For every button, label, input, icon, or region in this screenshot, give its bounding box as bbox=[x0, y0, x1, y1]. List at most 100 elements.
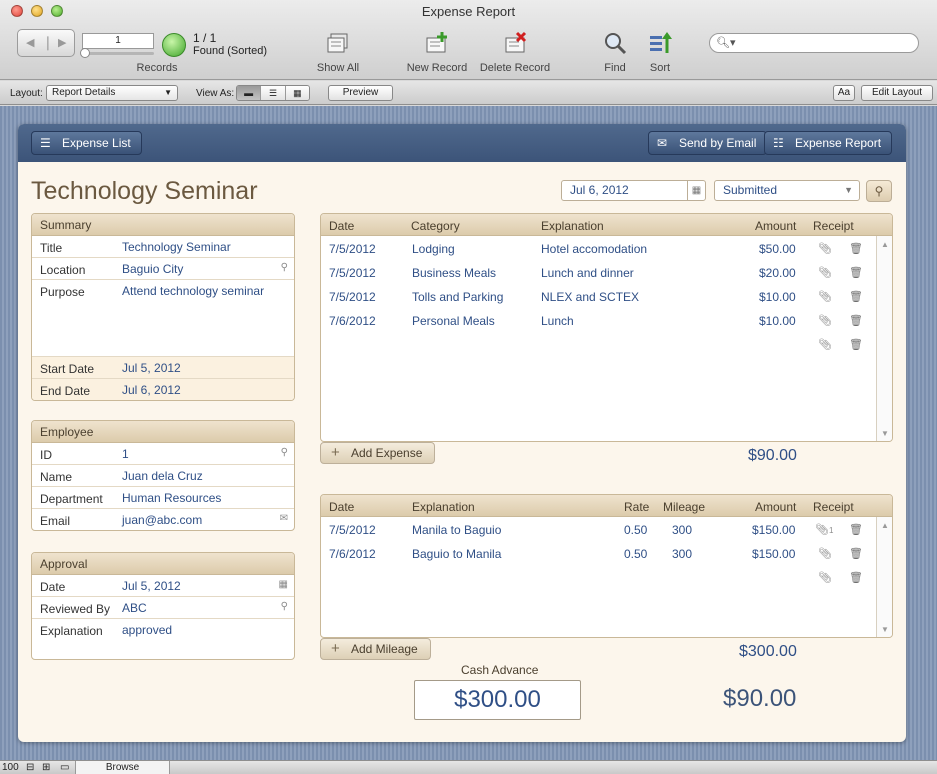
explanation-field[interactable]: approved bbox=[122, 623, 172, 637]
trash-icon[interactable]: 🗑︎ bbox=[849, 314, 863, 327]
end-date-field[interactable]: Jul 6, 2012 bbox=[122, 383, 181, 397]
previous-record-icon[interactable]: ◀ bbox=[26, 36, 34, 49]
row-rate[interactable]: 0.50 bbox=[624, 547, 647, 561]
row-amount[interactable]: $10.00 bbox=[759, 290, 796, 304]
view-as-toggle[interactable]: ▬ ☰ ▦ bbox=[236, 85, 310, 101]
zoom-level[interactable]: 100 bbox=[2, 762, 19, 773]
row-category[interactable]: Business Meals bbox=[412, 266, 496, 280]
approval-date-field[interactable]: Jul 5, 2012 bbox=[122, 579, 181, 593]
preview-button[interactable]: Preview bbox=[328, 85, 393, 101]
toggle-status-area-icon[interactable]: ▭ bbox=[60, 762, 69, 773]
paperclip-icon[interactable]: 📎︎ bbox=[818, 571, 832, 584]
table-row[interactable]: 7/5/2012 Business Meals Lunch and dinner… bbox=[321, 260, 892, 284]
report-date-field[interactable]: Jul 6, 2012 ▦ bbox=[561, 180, 706, 201]
table-row[interactable]: 7/6/2012 Baguio to Manila 0.50 300 $150.… bbox=[321, 541, 892, 565]
text-format-button[interactable]: Aa bbox=[833, 85, 855, 101]
show-all-button[interactable]: Show All bbox=[310, 62, 366, 74]
paperclip-icon[interactable]: 📎︎ bbox=[818, 314, 832, 327]
trash-icon[interactable]: 🗑︎ bbox=[849, 290, 863, 303]
record-navigator[interactable]: ◀ ❘ ▶ bbox=[17, 29, 75, 57]
send-by-email-button[interactable]: ✉ Send by Email bbox=[648, 131, 768, 155]
trash-icon[interactable]: 🗑︎ bbox=[849, 242, 863, 255]
status-select[interactable]: Submitted ▼ bbox=[714, 180, 860, 201]
envelope-icon[interactable]: ✉ bbox=[280, 513, 288, 524]
find-button[interactable]: Find bbox=[600, 62, 630, 74]
start-date-field[interactable]: Jul 5, 2012 bbox=[122, 361, 181, 375]
table-row[interactable]: 7/5/2012 Manila to Baguio 0.50 300 $150.… bbox=[321, 517, 892, 541]
reviewed-by-field[interactable]: ABC bbox=[122, 601, 147, 615]
zoom-out-icon[interactable]: ⊟ bbox=[26, 762, 34, 773]
paperclip-icon[interactable]: 📎︎ bbox=[818, 242, 832, 255]
row-date[interactable]: 7/5/2012 bbox=[329, 290, 376, 304]
table-view-icon[interactable]: ▦ bbox=[285, 86, 309, 100]
paperclip-icon[interactable]: 📎︎ bbox=[818, 547, 832, 560]
row-date[interactable]: 7/5/2012 bbox=[329, 266, 376, 280]
layout-select[interactable]: Report Details ▼ bbox=[46, 85, 178, 101]
table-row-empty[interactable]: 📎︎ 🗑︎ bbox=[321, 565, 892, 589]
new-record-button[interactable]: New Record bbox=[402, 62, 472, 74]
find-report-button[interactable]: ⚲ bbox=[866, 180, 892, 202]
row-date[interactable]: 7/6/2012 bbox=[329, 314, 376, 328]
row-date[interactable]: 7/5/2012 bbox=[329, 242, 376, 256]
table-row[interactable]: 7/6/2012 Personal Meals Lunch $10.00 📎︎ … bbox=[321, 308, 892, 332]
record-slider-handle[interactable] bbox=[80, 48, 90, 58]
table-row-empty[interactable]: 📎︎ 🗑︎ bbox=[321, 332, 892, 356]
form-view-icon[interactable]: ▬ bbox=[237, 86, 262, 100]
trash-icon[interactable]: 🗑︎ bbox=[849, 266, 863, 279]
trash-icon[interactable]: 🗑︎ bbox=[849, 571, 863, 584]
show-all-icon[interactable] bbox=[325, 31, 351, 57]
search-icon[interactable]: ⚲ bbox=[281, 601, 288, 612]
row-explanation[interactable]: Hotel accomodation bbox=[541, 242, 647, 256]
row-amount[interactable]: $50.00 bbox=[759, 242, 796, 256]
email-field[interactable]: juan@abc.com bbox=[122, 513, 202, 527]
row-category[interactable]: Tolls and Parking bbox=[412, 290, 503, 304]
scroll-down-icon[interactable]: ▼ bbox=[881, 429, 889, 438]
quick-find-input[interactable]: 🔍︎▾ bbox=[709, 33, 919, 53]
row-explanation[interactable]: Manila to Baguio bbox=[412, 523, 501, 537]
find-icon[interactable] bbox=[603, 31, 629, 57]
row-explanation[interactable]: Lunch and dinner bbox=[541, 266, 634, 280]
expenses-scrollbar[interactable]: ▲ ▼ bbox=[876, 236, 892, 441]
row-mileage[interactable]: 300 bbox=[672, 523, 692, 537]
title-field[interactable]: Technology Seminar bbox=[122, 240, 231, 254]
list-view-icon[interactable]: ☰ bbox=[261, 86, 286, 100]
purpose-field[interactable]: Attend technology seminar bbox=[122, 284, 264, 298]
row-amount[interactable]: $150.00 bbox=[752, 547, 795, 561]
edit-layout-button[interactable]: Edit Layout bbox=[861, 85, 933, 101]
paperclip-icon[interactable]: 📎︎ bbox=[818, 290, 832, 303]
location-field[interactable]: Baguio City bbox=[122, 262, 183, 276]
record-slider-track[interactable] bbox=[84, 52, 154, 55]
search-icon[interactable]: ⚲ bbox=[281, 262, 288, 273]
sort-icon[interactable] bbox=[648, 31, 674, 57]
row-category[interactable]: Personal Meals bbox=[412, 314, 495, 328]
mode-popup[interactable]: Browse bbox=[75, 761, 170, 774]
table-row[interactable]: 7/5/2012 Tolls and Parking NLEX and SCTE… bbox=[321, 284, 892, 308]
scroll-up-icon[interactable]: ▲ bbox=[881, 240, 889, 249]
row-explanation[interactable]: Baguio to Manila bbox=[412, 547, 501, 561]
current-record-field[interactable]: 1 bbox=[82, 33, 154, 49]
id-field[interactable]: 1 bbox=[122, 447, 129, 461]
name-field[interactable]: Juan dela Cruz bbox=[122, 469, 203, 483]
expense-report-button[interactable]: ☷ Expense Report bbox=[764, 131, 893, 155]
row-rate[interactable]: 0.50 bbox=[624, 523, 647, 537]
mileage-scrollbar[interactable]: ▲ ▼ bbox=[876, 517, 892, 637]
row-explanation[interactable]: NLEX and SCTEX bbox=[541, 290, 639, 304]
add-mileage-button[interactable]: + Add Mileage bbox=[320, 638, 431, 660]
search-icon[interactable]: ⚲ bbox=[281, 447, 288, 458]
paperclip-icon[interactable]: 📎︎ bbox=[815, 523, 829, 536]
scroll-down-icon[interactable]: ▼ bbox=[881, 625, 889, 634]
expense-list-button[interactable]: ☰ Expense List bbox=[31, 131, 142, 155]
table-row[interactable]: 7/5/2012 Lodging Hotel accomodation $50.… bbox=[321, 236, 892, 260]
next-record-icon[interactable]: ▶ bbox=[58, 36, 66, 49]
trash-icon[interactable]: 🗑︎ bbox=[849, 547, 863, 560]
sort-button[interactable]: Sort bbox=[645, 62, 675, 74]
row-date[interactable]: 7/6/2012 bbox=[329, 547, 376, 561]
cash-advance-field[interactable]: $300.00 bbox=[414, 680, 581, 720]
add-expense-button[interactable]: + Add Expense bbox=[320, 442, 436, 464]
row-category[interactable]: Lodging bbox=[412, 242, 455, 256]
calendar-icon[interactable]: ▦ bbox=[687, 181, 705, 200]
row-amount[interactable]: $10.00 bbox=[759, 314, 796, 328]
department-field[interactable]: Human Resources bbox=[122, 491, 221, 505]
paperclip-icon[interactable]: 📎︎ bbox=[818, 266, 832, 279]
calendar-icon[interactable]: ▦ bbox=[279, 579, 288, 590]
